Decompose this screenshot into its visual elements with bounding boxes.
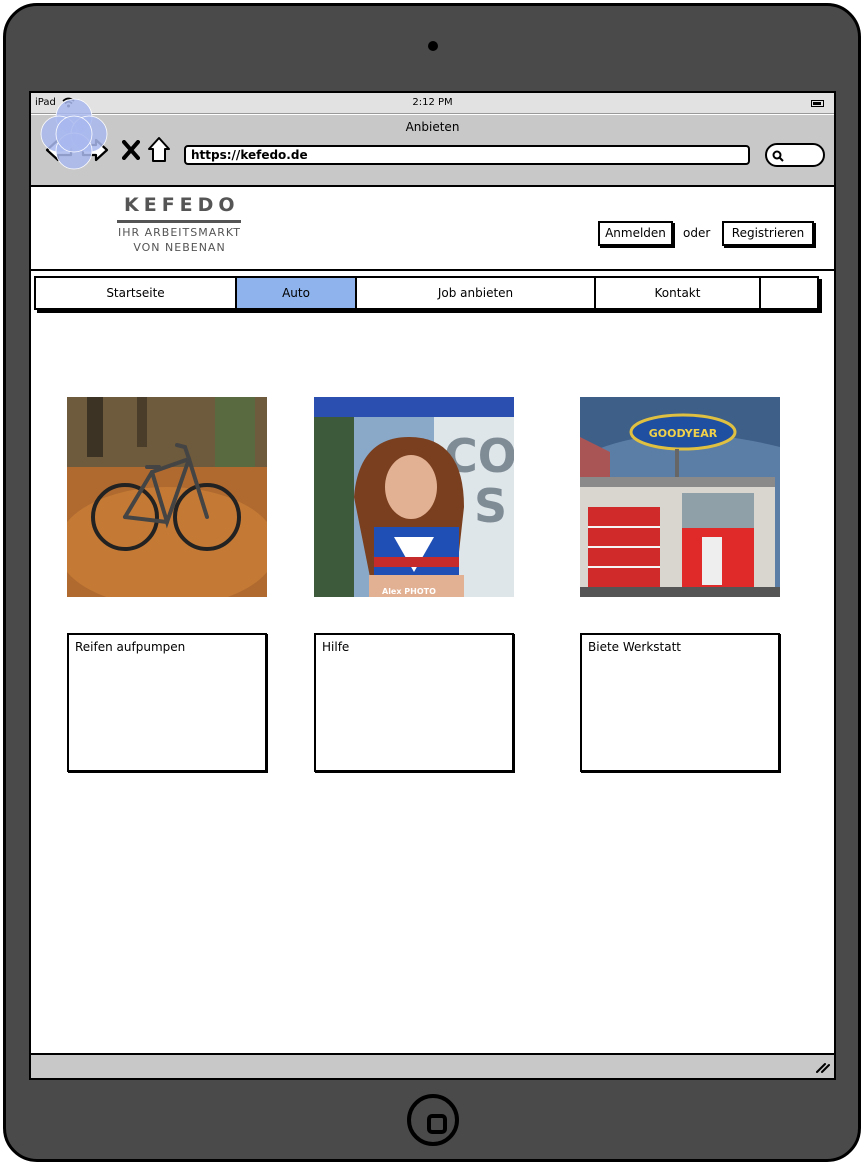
bike-photo: [67, 397, 267, 597]
close-icon[interactable]: [122, 140, 140, 160]
header-divider: [31, 269, 834, 271]
goodyear-sign: GOODYEAR: [649, 427, 718, 440]
tab-auto[interactable]: Auto: [237, 278, 357, 308]
nav-tabs: Startseite Auto Job anbieten Kontakt: [34, 276, 819, 310]
brand-tagline-1: IHR ARBEITSMARKT: [117, 226, 241, 239]
photo-watermark: Alex PHOTO: [382, 587, 436, 596]
listing-title: Hilfe: [322, 640, 350, 654]
listing-title: Biete Werkstatt: [588, 640, 681, 654]
brand-tagline-2: VON NEBENAN: [133, 241, 226, 254]
woman-photo: CO S Alex PHOTO: [314, 397, 514, 597]
tab-kontakt[interactable]: Kontakt: [596, 278, 761, 308]
svg-text:S: S: [474, 479, 507, 533]
status-time: 2:12 PM: [412, 97, 453, 108]
camera-icon: [428, 41, 438, 51]
search-icon: [772, 150, 784, 162]
listing-image-woman[interactable]: CO S Alex PHOTO: [314, 397, 514, 597]
listing-card[interactable]: Biete Werkstatt: [580, 633, 780, 772]
status-bar: iPad 2:12 PM: [31, 93, 834, 114]
search-field[interactable]: [765, 143, 825, 167]
screen: iPad 2:12 PM Anbieten https://kefedo.de: [29, 91, 836, 1080]
tab-empty[interactable]: [761, 278, 817, 308]
browser-title: Anbieten: [405, 120, 460, 134]
browser-bottom-bar: [31, 1053, 834, 1078]
register-button[interactable]: Registrieren: [722, 221, 814, 246]
home-button[interactable]: [407, 1094, 459, 1146]
auth-separator: oder: [683, 226, 711, 240]
garage-photo: GOODYEAR: [580, 397, 780, 597]
browser-toolbar: Anbieten https://kefedo.de: [31, 115, 834, 187]
listing-image-bike[interactable]: [67, 397, 267, 597]
listing-card[interactable]: Hilfe: [314, 633, 514, 772]
tab-job-anbieten[interactable]: Job anbieten: [357, 278, 596, 308]
home-button-icon: [427, 1114, 447, 1134]
tab-startseite[interactable]: Startseite: [36, 278, 237, 308]
login-button[interactable]: Anmelden: [598, 221, 673, 246]
home-icon[interactable]: [147, 136, 171, 164]
brand-name: KEFEDO: [124, 194, 240, 216]
listing-card[interactable]: Reifen aufpumpen: [67, 633, 267, 772]
listing-image-garage[interactable]: GOODYEAR: [580, 397, 780, 597]
battery-icon: [811, 100, 824, 107]
resize-grip-icon[interactable]: [815, 1059, 831, 1073]
listing-title: Reifen aufpumpen: [75, 640, 186, 654]
url-input[interactable]: https://kefedo.de: [184, 145, 750, 165]
logo-icon: [40, 98, 108, 170]
brand-divider: [117, 220, 241, 223]
